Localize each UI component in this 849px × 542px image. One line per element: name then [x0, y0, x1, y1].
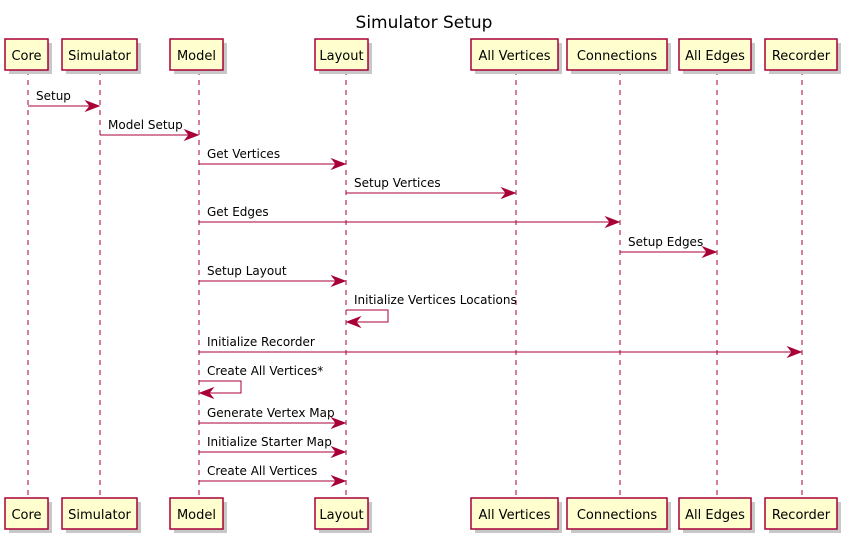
participant-all_vertices-top[interactable]: All Vertices	[470, 38, 562, 74]
message-label: Setup	[36, 89, 71, 103]
message-label: Setup Layout	[207, 264, 287, 278]
participant-layout-bottom[interactable]: Layout	[314, 497, 372, 533]
participant-recorder-top[interactable]: Recorder	[764, 38, 841, 74]
participant-model-top[interactable]: Model	[169, 38, 227, 74]
participant-label: Connections	[577, 508, 658, 523]
participant-label: All Vertices	[478, 508, 550, 523]
message-11: Generate Vertex Map	[199, 406, 347, 430]
participant-label: All Vertices	[478, 49, 550, 64]
message-1: Setup	[28, 89, 101, 113]
message-label: Initialize Starter Map	[207, 435, 332, 449]
message-label: Setup Edges	[628, 235, 703, 249]
participant-connections-bottom[interactable]: Connections	[566, 497, 671, 533]
message-label: Get Edges	[207, 205, 269, 219]
message-label: Create All Vertices*	[207, 364, 323, 378]
participant-label: Model	[177, 508, 216, 523]
diagram-title: Simulator Setup	[356, 13, 493, 33]
message-13: Create All Vertices	[199, 464, 347, 488]
message-6: Setup Edges	[620, 235, 718, 259]
participant-label: Recorder	[772, 508, 831, 523]
participant-label: All Edges	[685, 508, 745, 523]
participant-label: Connections	[577, 49, 658, 64]
participant-label: Layout	[319, 49, 363, 64]
participant-label: Layout	[319, 508, 363, 523]
participant-label: All Edges	[685, 49, 745, 64]
message-label: Create All Vertices	[207, 464, 317, 478]
participant-layout-top[interactable]: Layout	[314, 38, 372, 74]
participant-label: Core	[11, 508, 41, 523]
messages: Setup Model Setup Get Vertices Setup Vertic…	[28, 89, 803, 488]
message-10: Create All Vertices*	[198, 364, 323, 400]
message-label: Initialize Recorder	[207, 335, 315, 349]
participant-connections-top[interactable]: Connections	[566, 38, 671, 74]
message-2: Model Setup	[100, 118, 200, 142]
participant-all_edges-bottom[interactable]: All Edges	[678, 497, 755, 533]
participants-top: Core Simulator Model Layout All Vertices Conn…	[4, 38, 841, 74]
message-7: Setup Layout	[199, 264, 347, 288]
sequence-diagram: Simulator Setup Setup Model Setup Get Vert…	[4, 13, 841, 533]
participant-all_edges-top[interactable]: All Edges	[678, 38, 755, 74]
participants-bottom: Core Simulator Model Layout All Vertices Conn…	[4, 497, 841, 533]
message-4: Setup Vertices	[346, 176, 517, 200]
message-label: Setup Vertices	[354, 176, 441, 190]
participant-core-top[interactable]: Core	[4, 38, 52, 74]
message-8: Initialize Vertices Locations	[345, 293, 517, 329]
message-label: Generate Vertex Map	[207, 406, 335, 420]
participant-core-bottom[interactable]: Core	[4, 497, 52, 533]
message-5: Get Edges	[199, 205, 621, 229]
participant-simulator-top[interactable]: Simulator	[61, 38, 141, 74]
message-label: Get Vertices	[207, 147, 280, 161]
participant-label: Recorder	[772, 49, 831, 64]
participant-all_vertices-bottom[interactable]: All Vertices	[470, 497, 562, 533]
message-label: Model Setup	[108, 118, 183, 132]
message-label: Initialize Vertices Locations	[354, 293, 517, 307]
participant-simulator-bottom[interactable]: Simulator	[61, 497, 141, 533]
participant-label: Simulator	[68, 508, 131, 523]
participant-label: Core	[11, 49, 41, 64]
message-12: Initialize Starter Map	[199, 435, 347, 459]
participant-recorder-bottom[interactable]: Recorder	[764, 497, 841, 533]
lifelines	[27, 70, 803, 498]
participant-model-bottom[interactable]: Model	[169, 497, 227, 533]
participant-label: Model	[177, 49, 216, 64]
message-9: Initialize Recorder	[199, 335, 803, 359]
message-3: Get Vertices	[199, 147, 347, 171]
participant-label: Simulator	[68, 49, 131, 64]
